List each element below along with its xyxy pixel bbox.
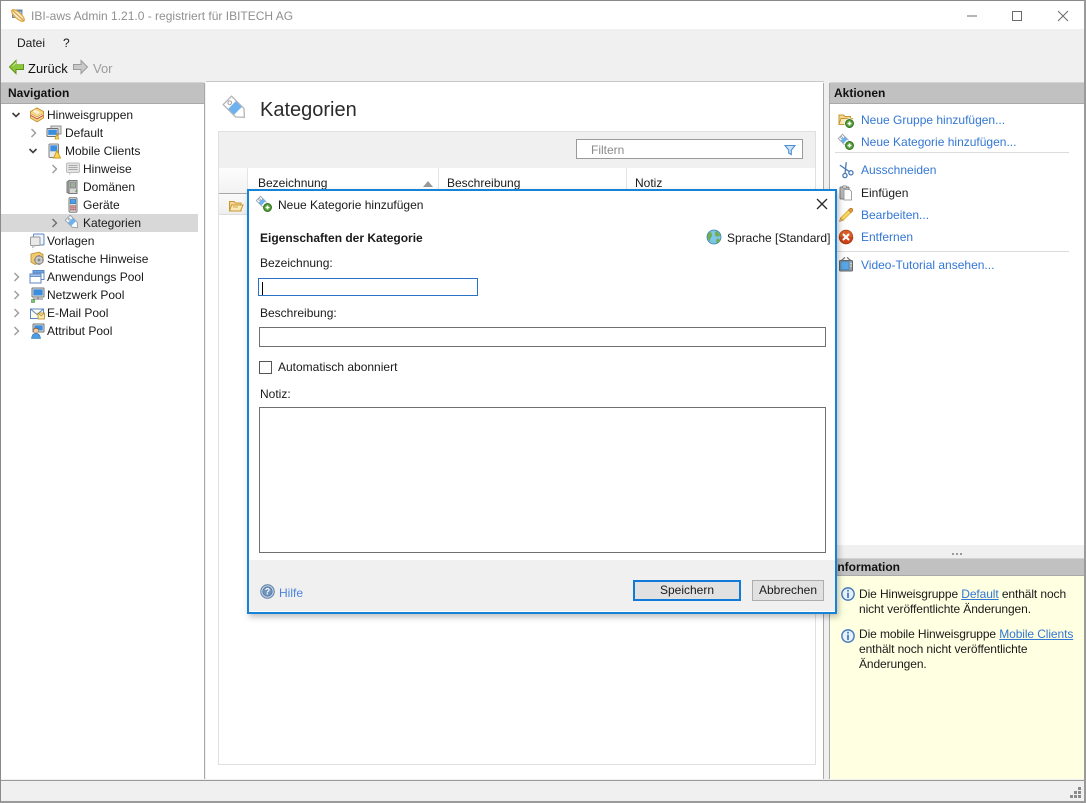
svg-text:?: ? xyxy=(265,587,270,597)
